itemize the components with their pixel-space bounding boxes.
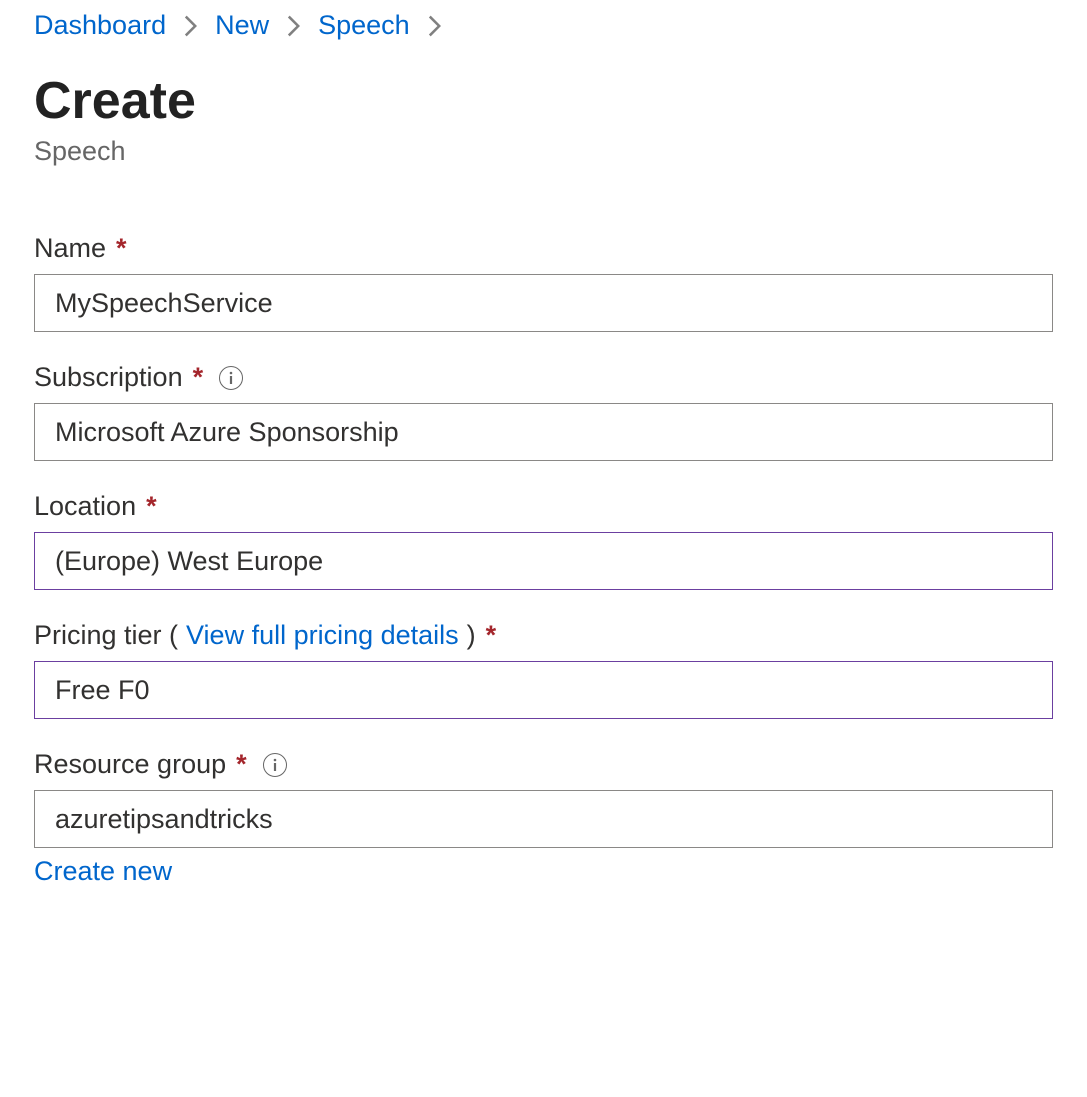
breadcrumb-speech-link[interactable]: Speech (318, 10, 410, 41)
required-indicator: * (236, 749, 247, 780)
form-group-name: Name * (34, 233, 1053, 332)
resource-group-label: Resource group * (34, 749, 1053, 780)
location-select[interactable]: (Europe) West Europe (34, 532, 1053, 590)
resource-group-select[interactable]: azuretipsandtricks (34, 790, 1053, 848)
resource-group-label-text: Resource group (34, 749, 226, 780)
location-value: (Europe) West Europe (55, 546, 323, 577)
chevron-right-icon (287, 15, 300, 37)
pricing-label-suffix: ) (467, 620, 476, 651)
subscription-label: Subscription * (34, 362, 1053, 393)
info-icon[interactable] (219, 366, 243, 390)
breadcrumb-dashboard-link[interactable]: Dashboard (34, 10, 166, 41)
breadcrumb-new-link[interactable]: New (215, 10, 269, 41)
subscription-select[interactable]: Microsoft Azure Sponsorship (34, 403, 1053, 461)
create-new-link[interactable]: Create new (34, 856, 172, 887)
required-indicator: * (486, 620, 497, 651)
chevron-right-icon (184, 15, 197, 37)
resource-group-value: azuretipsandtricks (55, 804, 273, 835)
form-group-resource-group: Resource group * azuretipsandtricks Crea… (34, 749, 1053, 887)
name-input[interactable] (34, 274, 1053, 332)
subscription-label-text: Subscription (34, 362, 183, 393)
info-icon[interactable] (263, 753, 287, 777)
pricing-label-prefix: Pricing tier ( (34, 620, 178, 651)
form-group-pricing: Pricing tier ( View full pricing details)… (34, 620, 1053, 719)
breadcrumb: Dashboard New Speech (34, 10, 1053, 41)
form-group-location: Location * (Europe) West Europe (34, 491, 1053, 590)
required-indicator: * (193, 362, 204, 393)
chevron-right-icon (428, 15, 441, 37)
page-subtitle: Speech (34, 136, 1053, 167)
required-indicator: * (116, 233, 127, 264)
location-label: Location * (34, 491, 1053, 522)
name-label-text: Name (34, 233, 106, 264)
pricing-value: Free F0 (55, 675, 150, 706)
location-label-text: Location (34, 491, 136, 522)
form-group-subscription: Subscription * Microsoft Azure Sponsorsh… (34, 362, 1053, 461)
subscription-value: Microsoft Azure Sponsorship (55, 417, 399, 448)
name-label: Name * (34, 233, 1053, 264)
required-indicator: * (146, 491, 157, 522)
pricing-select[interactable]: Free F0 (34, 661, 1053, 719)
page-title: Create (34, 73, 1053, 130)
pricing-label: Pricing tier ( View full pricing details)… (34, 620, 1053, 651)
pricing-details-link[interactable]: View full pricing details (186, 620, 459, 651)
